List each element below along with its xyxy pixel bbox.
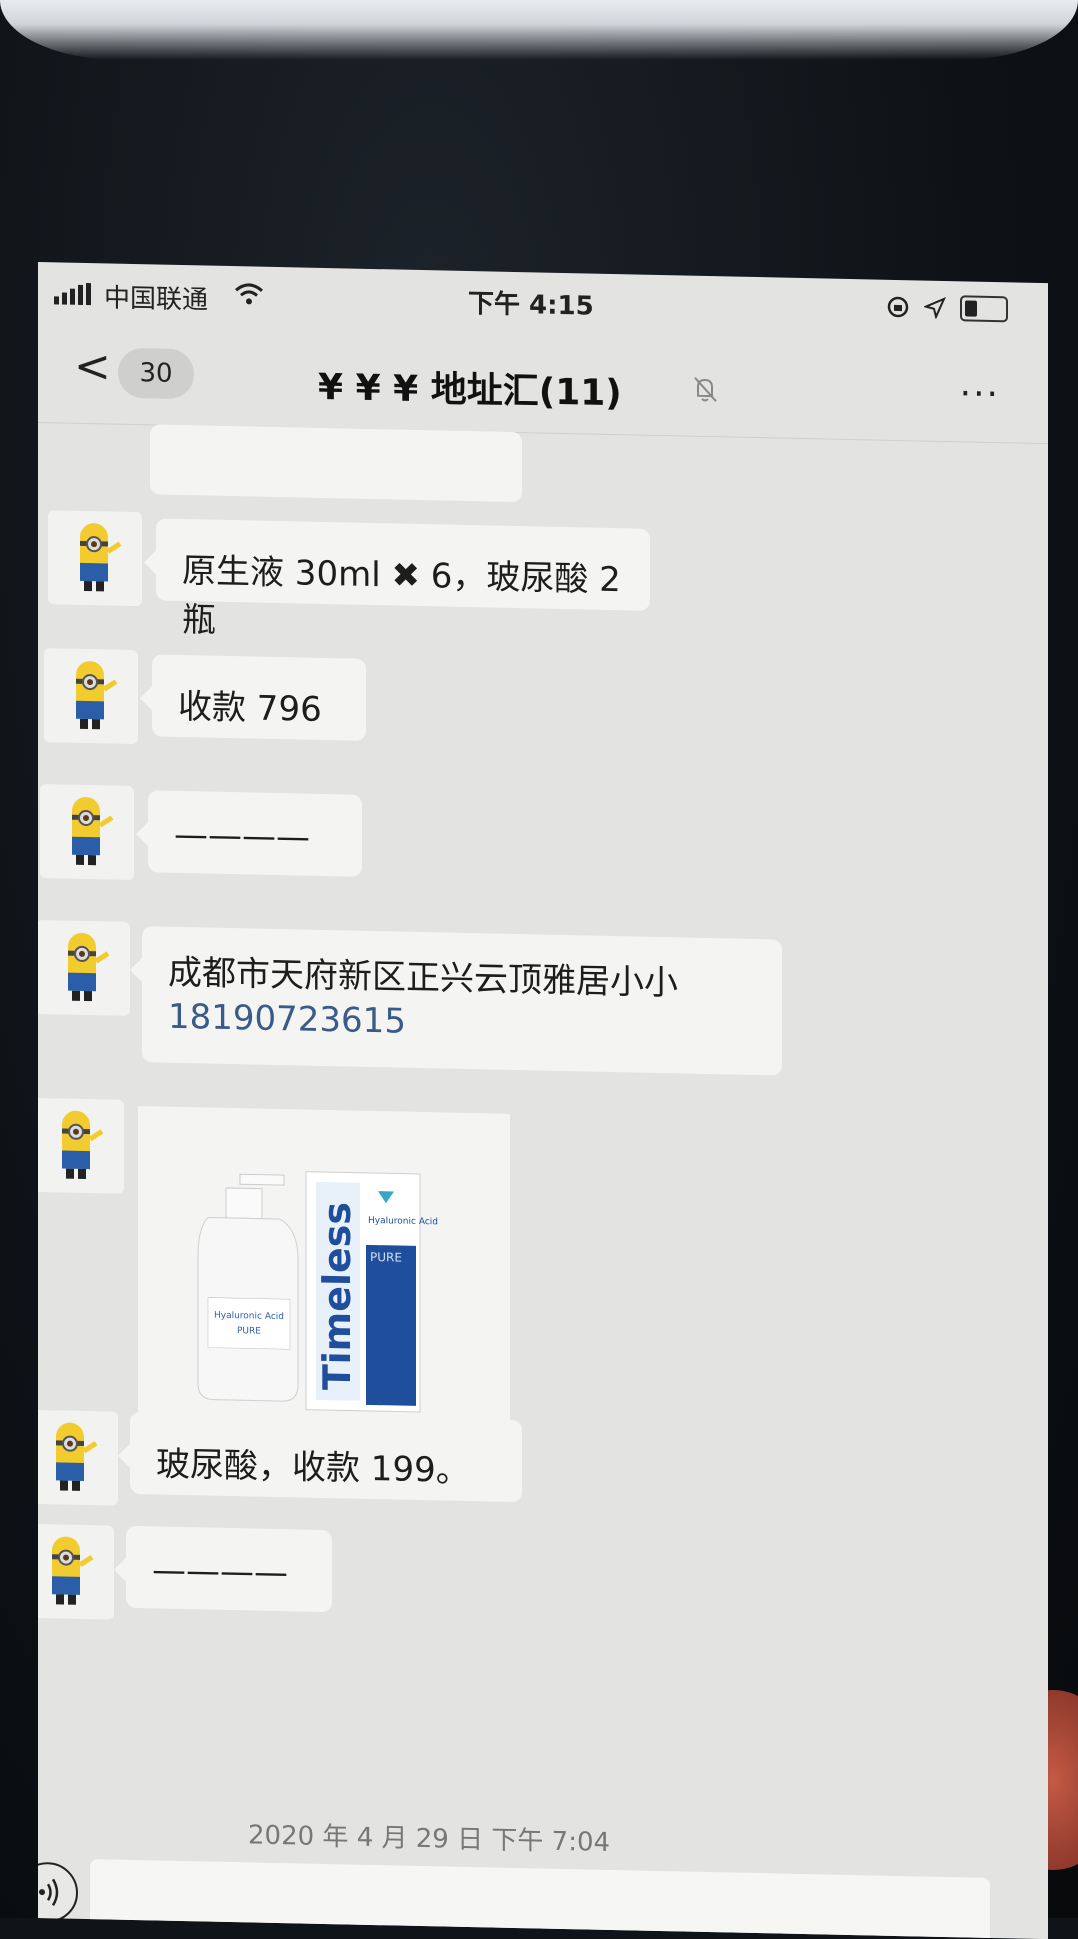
message-text: ———— xyxy=(152,1550,288,1594)
minion-icon xyxy=(62,1110,104,1180)
location-icon xyxy=(924,297,946,320)
minion-icon xyxy=(72,797,114,866)
minion-avatar[interactable] xyxy=(38,919,130,1016)
voice-icon xyxy=(39,1878,59,1906)
minion-icon xyxy=(56,1422,98,1491)
message-bubble[interactable]: 收款 796 xyxy=(152,654,366,741)
minion-avatar[interactable] xyxy=(38,1523,114,1620)
message-bubble[interactable]: ———— xyxy=(148,790,362,877)
carrier-name: 中国联通 xyxy=(104,283,209,316)
background-light xyxy=(0,0,1078,60)
image-message-partial[interactable] xyxy=(150,424,522,503)
status-time: 下午 4:15 xyxy=(468,289,594,322)
wifi-icon xyxy=(235,283,263,305)
message-bubble[interactable]: 玻尿酸，收款 199。 xyxy=(130,1411,522,1503)
chat-title: ¥ ¥ ¥ 地址汇(11) xyxy=(318,366,622,415)
voice-input-button[interactable] xyxy=(38,1861,78,1923)
more-button[interactable]: ... xyxy=(960,363,1000,405)
chat-screen: 中国联通 下午 4:15 < 30 ¥ ¥ ¥ 地址汇(11) ... 原生液 … xyxy=(38,262,1048,1939)
bottle-label: Hyaluronic Acid xyxy=(214,1311,284,1322)
bottle-sub: PURE xyxy=(237,1326,261,1337)
minion-icon xyxy=(76,661,118,730)
minion-icon xyxy=(68,932,110,1002)
minion-avatar[interactable] xyxy=(44,648,138,745)
message-text: ———— xyxy=(174,814,310,858)
message-bubble[interactable]: ———— xyxy=(126,1525,332,1613)
minion-avatar[interactable] xyxy=(38,1409,118,1506)
message-input[interactable] xyxy=(90,1859,990,1939)
chat-timestamp: 2020 年 4 月 29 日 下午 7:04 xyxy=(248,1820,611,1858)
signal-icon xyxy=(54,282,91,306)
minion-avatar[interactable] xyxy=(48,510,142,607)
mute-bell-icon xyxy=(694,377,717,402)
box-sub: PURE xyxy=(370,1250,402,1265)
brand-name: Timeless xyxy=(315,1201,359,1390)
status-icons xyxy=(886,294,1008,323)
minion-avatar[interactable] xyxy=(40,784,134,881)
minion-icon xyxy=(52,1536,94,1605)
message-text: 收款 796 xyxy=(178,686,322,730)
minion-icon xyxy=(80,523,122,592)
message-bubble[interactable]: 成都市天府新区正兴云顶雅居小小 18190723615 xyxy=(142,926,782,1076)
box-label: Hyaluronic Acid xyxy=(368,1216,438,1227)
message-text: 玻尿酸，收款 199。 xyxy=(156,1444,470,1492)
message-bubble[interactable]: 原生液 30ml ✖ 6，玻尿酸 2 瓶 xyxy=(156,518,650,641)
rotation-lock-icon xyxy=(887,296,909,318)
message-text: 原生液 30ml ✖ 6，玻尿酸 2 瓶 xyxy=(182,551,621,641)
back-button[interactable]: < xyxy=(74,341,111,393)
box-icon: Timeless Hyaluronic Acid PURE xyxy=(305,1171,438,1413)
minion-avatar[interactable] xyxy=(38,1097,124,1194)
unread-count-badge[interactable]: 30 xyxy=(118,347,194,400)
battery-icon xyxy=(960,295,1008,323)
